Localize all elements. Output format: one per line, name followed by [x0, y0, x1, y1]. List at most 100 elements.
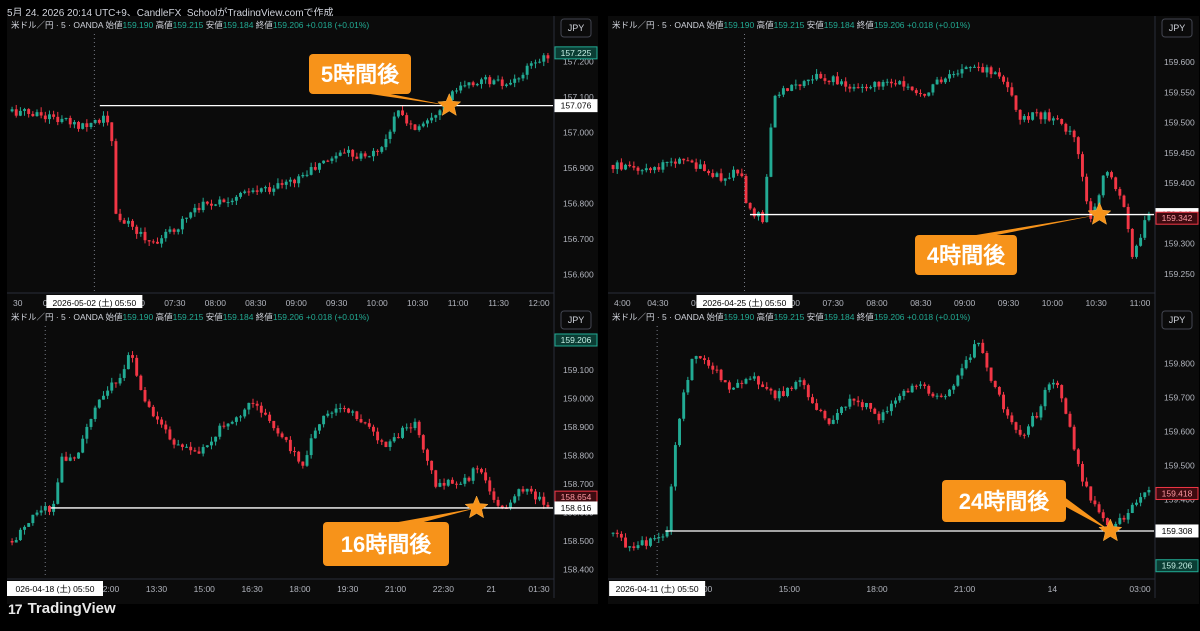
candle-body [467, 82, 471, 86]
x-tick-label: 08:00 [205, 298, 227, 308]
x-tick-label: 15:00 [779, 584, 801, 594]
candle-body [471, 82, 475, 86]
candle-body [752, 208, 756, 217]
price-change: +0.018 (+0.01%) [907, 20, 970, 30]
candle-body [786, 387, 789, 396]
candle-body [802, 380, 806, 386]
candle-body [417, 126, 421, 130]
candle-body [322, 415, 326, 425]
candle-body [97, 119, 101, 123]
candle-body [619, 162, 623, 170]
candle-body [790, 84, 794, 91]
candle-body [525, 65, 529, 75]
chart-panel-2[interactable]: 米ドル／円 · 5 · OANDA 始値159.190 高値159.215 安値… [608, 16, 1199, 312]
candle-body [255, 190, 259, 192]
x-tick-label: 12:00 [528, 298, 550, 308]
candle-body [347, 149, 350, 153]
candle-body [673, 445, 677, 487]
candle-body [172, 229, 176, 232]
chart-svg-4[interactable]: 米ドル／円 · 5 · OANDA 始値159.190 高値159.215 安値… [608, 308, 1199, 598]
candle-body [611, 164, 615, 170]
candle-body [218, 199, 222, 205]
candle-body [372, 150, 375, 157]
x-tick-label: 14 [1048, 584, 1058, 594]
candle-body [413, 124, 417, 130]
candle-body [243, 191, 247, 193]
chart-panel-3[interactable]: 米ドル／円 · 5 · OANDA 始値159.190 高値159.215 安値… [7, 308, 598, 604]
chart-panel-1[interactable]: 米ドル／円 · 5 · OANDA 始値159.190 高値159.215 安値… [7, 16, 598, 312]
candle-body [786, 88, 789, 91]
chart-panel-4[interactable]: 米ドル／円 · 5 · OANDA 始値159.190 高値159.215 安値… [608, 308, 1199, 604]
candle-body [748, 378, 752, 380]
candle-body [732, 169, 735, 178]
candle-body [525, 488, 529, 492]
y-tick-label: 158.800 [563, 451, 594, 461]
chart-svg-3[interactable]: 米ドル／円 · 5 · OANDA 始値159.190 高値159.215 安値… [7, 308, 598, 598]
candle-body [459, 85, 463, 91]
price-badge-label: 157.225 [561, 48, 592, 58]
candle-body [284, 181, 288, 185]
candle-body [268, 414, 272, 421]
ohlc-label: 始値 [706, 20, 724, 30]
candle-body [293, 451, 296, 453]
candle-body [417, 421, 421, 436]
callout-label: 4時間後 [927, 243, 1006, 268]
candle-body [860, 86, 864, 88]
candle-body [889, 403, 893, 412]
candle-body [156, 241, 159, 244]
candle-body [715, 173, 719, 177]
candle-body [1076, 449, 1080, 464]
candle-body [856, 400, 860, 403]
candle-body [952, 385, 956, 390]
candle-body [640, 170, 644, 172]
candle-body [143, 231, 147, 241]
candle-body [769, 388, 773, 391]
ohlc-value: 159.206 [874, 20, 907, 30]
candle-body [492, 491, 496, 500]
y-tick-label: 159.450 [1164, 148, 1195, 158]
ohlc-label: 安値 [206, 20, 224, 30]
candle-body [1002, 394, 1005, 410]
ohlc-value: 159.215 [774, 312, 807, 322]
candle-body [669, 161, 673, 163]
candle-body [777, 391, 781, 399]
candle-body [484, 77, 488, 80]
x-tick-label: 08:00 [866, 298, 888, 308]
candle-body [517, 489, 521, 497]
candle-body [885, 81, 889, 83]
candle-body [1081, 154, 1084, 177]
candle-body [492, 80, 496, 85]
candle-body [255, 403, 259, 406]
candle-body [923, 93, 927, 96]
candle-body [534, 491, 537, 500]
candle-body [272, 188, 276, 192]
chart-svg-2[interactable]: 米ドル／円 · 5 · OANDA 始値159.190 高値159.215 安値… [608, 16, 1199, 312]
candle-body [881, 412, 885, 421]
candle-body [881, 82, 885, 87]
candle-body [197, 451, 201, 454]
candle-body [139, 231, 143, 234]
candle-body [927, 92, 931, 96]
candle-body [122, 220, 126, 224]
candle-body [517, 78, 521, 80]
candle-body [185, 217, 188, 219]
chart-svg-1[interactable]: 米ドル／円 · 5 · OANDA 始値159.190 高値159.215 安値… [7, 16, 598, 312]
tradingview-brand[interactable]: 17 TradingView [8, 600, 116, 617]
candle-body [309, 167, 313, 175]
ohlc-value: 159.206 [874, 312, 907, 322]
candle-body [665, 530, 669, 537]
candle-body [27, 523, 31, 527]
ohlc-label: 高値 [156, 312, 174, 322]
candle-body [707, 360, 711, 366]
candle-body [1105, 172, 1109, 176]
candle-body [1135, 502, 1138, 505]
candle-body [488, 480, 492, 492]
candle-body [160, 238, 164, 244]
candle-body [147, 240, 151, 242]
candle-body [222, 199, 226, 203]
candle-body [542, 496, 546, 505]
date-label: 026-04-18 (土) 05:50 [16, 584, 95, 594]
candle-body [856, 87, 860, 89]
candle-body [943, 396, 947, 398]
price-badge-label: 158.616 [561, 503, 592, 513]
